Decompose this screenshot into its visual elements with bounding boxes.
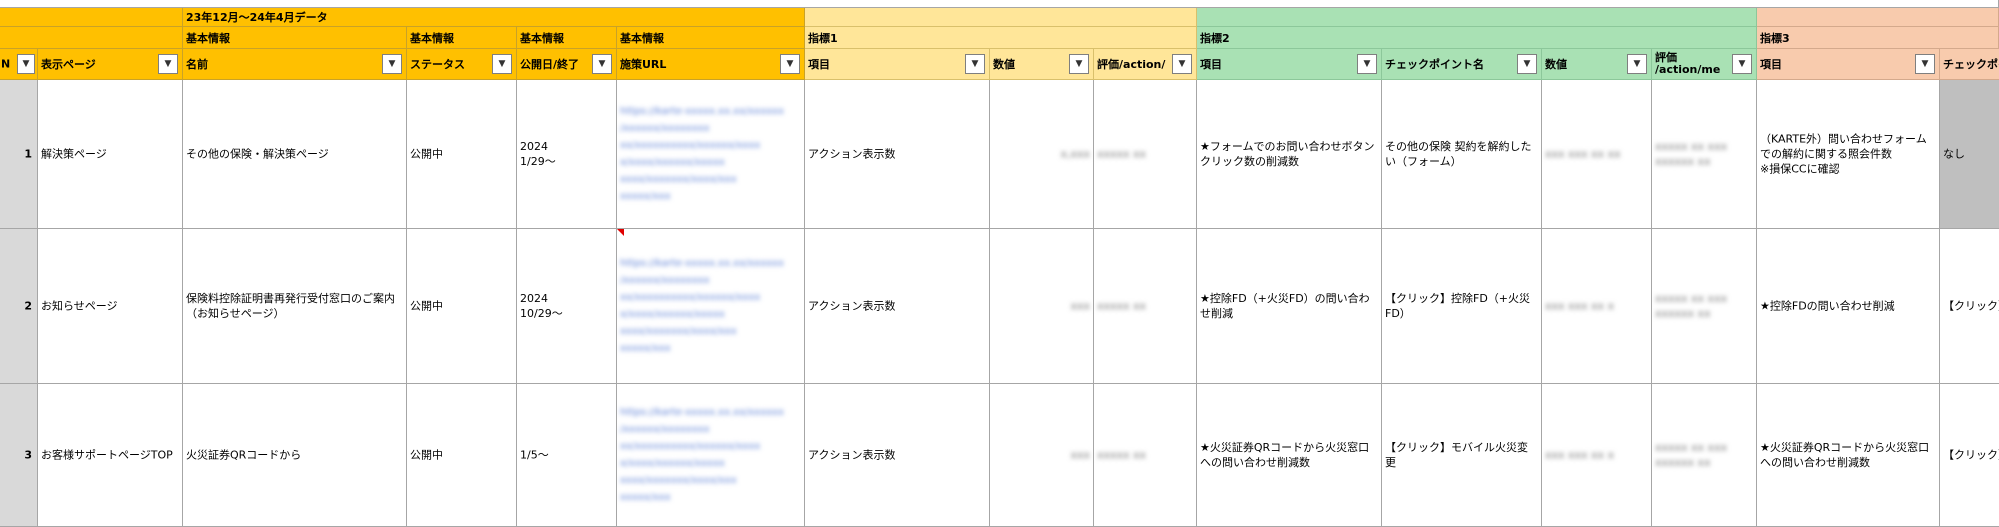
cell-url[interactable]: https://karte-xxxxx.xx.xx/xxxxxx /xxxxxx…	[617, 229, 805, 384]
col-header-i3-item: 項目 ▼	[1757, 49, 1940, 80]
cell-display-page[interactable]: 解決策ページ	[38, 80, 183, 229]
cell-display-page[interactable]: お知らせページ	[38, 229, 183, 384]
cell-i3-item[interactable]: （KARTE外）問い合わせフォームでの解約に関する照会件数 ※損保CCに確認	[1757, 80, 1940, 229]
period-label: 23年12月～24年4月データ	[186, 11, 328, 24]
row-number[interactable]: 1	[0, 80, 38, 229]
spreadsheet-grid: 23年12月～24年4月データ 基本情報 基本情報 基本情報 基本情報 指標1 …	[0, 0, 1999, 527]
filter-dropdown-icon[interactable]: ▼	[1732, 54, 1752, 74]
cell-name[interactable]: 火災証券QRコードから	[183, 384, 407, 527]
col-header-i2-eval: 評価 /action/me ▼	[1652, 49, 1757, 80]
filter-dropdown-icon[interactable]: ▼	[1357, 54, 1377, 74]
comment-indicator-icon[interactable]	[617, 229, 624, 236]
group-header-basic-date: 基本情報	[517, 27, 617, 49]
group-header-basic-name: 基本情報	[183, 27, 407, 49]
cell-name[interactable]: 保険料控除証明書再発行受付窓口のご案内（お知らせページ）	[183, 229, 407, 384]
cell-i2-eval[interactable]: xxxxx xx xxx xxxxxx xx	[1652, 229, 1757, 384]
cell-i3-checkpoint[interactable]: なし	[1940, 80, 1999, 229]
group-header-indicator1: 指標1	[805, 27, 1197, 49]
cell-status[interactable]: 公開中	[407, 384, 517, 527]
cell-name[interactable]: その他の保険・解決策ページ	[183, 80, 407, 229]
filter-dropdown-icon[interactable]: ▼	[158, 54, 178, 74]
cell-url[interactable]: https://karte-xxxxx.xx.xx/xxxxxx /xxxxxx…	[617, 80, 805, 229]
col-header-i3-checkpoint: チェックポイ	[1940, 49, 1999, 80]
cell-status[interactable]: 公開中	[407, 229, 517, 384]
col-header-i1-value: 数値 ▼	[990, 49, 1094, 80]
col-header-display-page: 表示ページ ▼	[38, 49, 183, 80]
period-band-ind1	[805, 8, 1197, 27]
cell-i1-eval[interactable]: xxxxx xx	[1094, 229, 1197, 384]
cell-i2-item[interactable]: ★控除FD（+火災FD）の問い合わせ削減	[1197, 229, 1382, 384]
group-header-blank	[0, 27, 183, 49]
group-header-basic-status: 基本情報	[407, 27, 517, 49]
filter-dropdown-icon[interactable]: ▼	[965, 54, 985, 74]
cell-i2-value[interactable]: xxx xxx xx x	[1542, 229, 1652, 384]
cell-i2-checkpoint[interactable]: 【クリック】モバイル火災変更	[1382, 384, 1542, 527]
filter-dropdown-icon[interactable]: ▼	[382, 54, 402, 74]
cell-publish-date[interactable]: 2024 1/29～	[517, 80, 617, 229]
col-header-i2-checkpoint: チェックポイント名 ▼	[1382, 49, 1542, 80]
row-number[interactable]: 3	[0, 384, 38, 527]
cell-i2-eval[interactable]: xxxxx xx xxx xxxxxx xx	[1652, 384, 1757, 527]
cell-display-page[interactable]: お客様サポートページTOP	[38, 384, 183, 527]
group-header-indicator2: 指標2	[1197, 27, 1757, 49]
cell-i3-item[interactable]: ★火災証券QRコードから火災窓口への問い合わせ削減数	[1757, 384, 1940, 527]
filter-dropdown-icon[interactable]: ▼	[1172, 54, 1192, 74]
filter-dropdown-icon[interactable]: ▼	[780, 54, 800, 74]
cell-publish-date[interactable]: 1/5～	[517, 384, 617, 527]
filter-dropdown-icon[interactable]: ▼	[1517, 54, 1537, 74]
period-band-left	[0, 8, 183, 27]
period-band: 23年12月～24年4月データ	[183, 8, 805, 27]
cell-publish-date[interactable]: 2024 10/29～	[517, 229, 617, 384]
filter-dropdown-icon[interactable]: ▼	[492, 54, 512, 74]
col-header-url: 施策URL ▼	[617, 49, 805, 80]
column-letter-strip	[0, 0, 1999, 8]
filter-dropdown-icon[interactable]: ▼	[1627, 54, 1647, 74]
row-number[interactable]: 2	[0, 229, 38, 384]
filter-dropdown-icon[interactable]: ▼	[592, 54, 612, 74]
cell-i3-item[interactable]: ★控除FDの問い合わせ削減	[1757, 229, 1940, 384]
cell-i1-item[interactable]: アクション表示数	[805, 229, 990, 384]
col-header-status: ステータス ▼	[407, 49, 517, 80]
col-header-i1-eval: 評価/action/ ▼	[1094, 49, 1197, 80]
cell-i3-checkpoint[interactable]: 【クリック】控	[1940, 229, 1999, 384]
col-header-publish-date: 公開日/終了 ▼	[517, 49, 617, 80]
cell-status[interactable]: 公開中	[407, 80, 517, 229]
cell-i1-value[interactable]: x,xxx	[990, 80, 1094, 229]
col-header-i2-item: 項目 ▼	[1197, 49, 1382, 80]
group-header-indicator3: 指標3	[1757, 27, 1999, 49]
filter-dropdown-icon[interactable]: ▼	[1069, 54, 1089, 74]
cell-i2-eval[interactable]: xxxxx xx xxx xxxxxx xx	[1652, 80, 1757, 229]
cell-i1-item[interactable]: アクション表示数	[805, 384, 990, 527]
cell-i2-checkpoint[interactable]: 【クリック】控除FD（+火災FD）	[1382, 229, 1542, 384]
cell-i1-value[interactable]: xxx	[990, 229, 1094, 384]
cell-i2-item[interactable]: ★火災証券QRコードから火災窓口への問い合わせ削減数	[1197, 384, 1382, 527]
cell-i2-value[interactable]: xxx xxx xx xx	[1542, 80, 1652, 229]
period-band-ind2	[1197, 8, 1757, 27]
filter-dropdown-icon[interactable]: ▼	[1915, 54, 1935, 74]
col-header-name: 名前 ▼	[183, 49, 407, 80]
cell-i1-eval[interactable]: xxxxx xx	[1094, 80, 1197, 229]
cell-i3-checkpoint[interactable]: 【クリック】モバ	[1940, 384, 1999, 527]
cell-i1-eval[interactable]: xxxxx xx	[1094, 384, 1197, 527]
filter-dropdown-icon[interactable]: ▼	[17, 54, 35, 74]
period-band-ind3	[1757, 8, 1999, 27]
col-header-no: N ▼	[0, 49, 38, 80]
cell-i2-value[interactable]: xxx xxx xx x	[1542, 384, 1652, 527]
cell-i2-checkpoint[interactable]: その他の保険 契約を解約したい（フォーム）	[1382, 80, 1542, 229]
cell-i1-value[interactable]: xxx	[990, 384, 1094, 527]
col-header-i1-item: 項目 ▼	[805, 49, 990, 80]
group-header-basic-url: 基本情報	[617, 27, 805, 49]
cell-i1-item[interactable]: アクション表示数	[805, 80, 990, 229]
col-header-i2-value: 数値 ▼	[1542, 49, 1652, 80]
cell-url[interactable]: https://karte-xxxxx.xx.xx/xxxxxx /xxxxxx…	[617, 384, 805, 527]
cell-i2-item[interactable]: ★フォームでのお問い合わせボタンクリック数の削減数	[1197, 80, 1382, 229]
